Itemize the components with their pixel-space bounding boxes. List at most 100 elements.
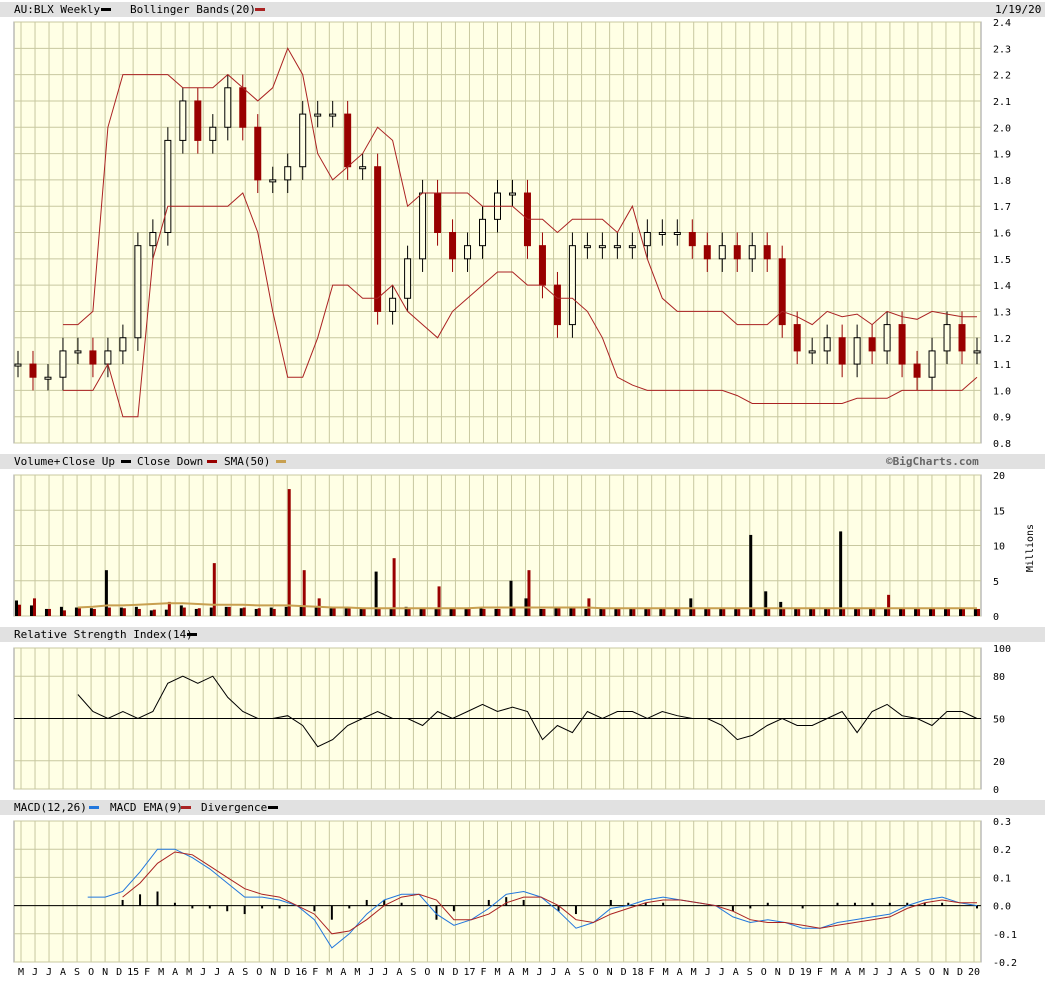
candle-body [898, 324, 906, 365]
x-axis-label: M [494, 967, 500, 978]
x-axis-label: M [354, 967, 360, 978]
candle-body [628, 245, 636, 249]
volume-bar-up [329, 608, 333, 616]
candle-body [958, 324, 966, 352]
candle-body [224, 87, 232, 128]
x-axis-label: 20 [968, 967, 980, 978]
volume-bar-down [377, 608, 381, 616]
x-axis-label: A [396, 967, 402, 978]
macd-y-tick-label: -0.2 [993, 958, 1017, 969]
macd-y-tick-label: -0.1 [993, 930, 1017, 941]
volume-bar-down [737, 608, 741, 616]
volume-bar-up [284, 606, 288, 616]
rsi-y-tick-label: 0 [993, 785, 999, 796]
volume-bar-up [164, 609, 168, 616]
x-axis-label: N [102, 967, 108, 978]
rsi-y-tick-label: 80 [993, 672, 1005, 683]
volume-bar-down [977, 608, 980, 616]
volume-bar-down [752, 608, 756, 616]
candle-body [763, 245, 771, 260]
volume-bar-down [452, 608, 456, 616]
volume-bar-down [932, 608, 936, 616]
volume-bar-up [194, 608, 198, 616]
rsi-y-tick-label: 50 [993, 715, 1005, 726]
volume-bar-down [467, 608, 471, 616]
x-axis-label: M [18, 967, 24, 978]
volume-bar-up [344, 608, 348, 616]
x-axis-label: N [270, 967, 276, 978]
candle-body [568, 245, 576, 326]
price-y-tick-label: 1.8 [993, 176, 1011, 187]
volume-bar-up [224, 606, 228, 616]
volume-bar-down [767, 608, 771, 616]
volume-bar-down [902, 608, 906, 616]
volume-bar-down [617, 608, 621, 616]
volume-bar-up [944, 608, 948, 616]
price-candle [164, 127, 172, 246]
x-axis-label: A [508, 967, 514, 978]
x-axis-label: J [214, 967, 220, 978]
volume-bar-down [122, 608, 126, 616]
x-axis-label: F [817, 967, 823, 978]
candle-body [973, 350, 981, 354]
volume-bar-down [347, 607, 351, 616]
volume-bar-down [647, 608, 651, 616]
volume-bar-up [644, 608, 648, 616]
x-axis-label: J [887, 967, 893, 978]
volume-bar-up [419, 608, 423, 616]
candle-body [389, 297, 397, 312]
volume-bar-down [722, 608, 726, 616]
volume-bar-down [917, 608, 921, 616]
volume-bar-up [839, 531, 843, 616]
volume-bar-down [872, 608, 876, 616]
volume-bar-up [74, 607, 78, 616]
x-axis-label: S [410, 967, 416, 978]
x-axis-label: J [200, 967, 206, 978]
macd-y-tick-label: 0.0 [993, 902, 1011, 913]
volume-bar-down [227, 606, 231, 616]
candle-body [194, 100, 202, 141]
volume-bar-down [782, 608, 786, 616]
x-axis-label: A [565, 967, 571, 978]
volume-bar-up [434, 608, 438, 616]
candle-body [868, 337, 876, 352]
x-axis-label: M [859, 967, 865, 978]
x-axis-label: D [789, 967, 795, 978]
x-axis-label: J [32, 967, 38, 978]
macd-y-tick-label: 0.1 [993, 873, 1011, 884]
x-axis-label: A [901, 967, 907, 978]
volume-bar-up [719, 608, 723, 616]
candle-body [314, 113, 322, 117]
candle-body [74, 350, 82, 354]
candle-body [928, 350, 936, 378]
candle-body [643, 232, 651, 247]
volume-bar-down [677, 608, 681, 616]
candle-body [14, 363, 22, 367]
x-axis-label: N [943, 967, 949, 978]
volume-bar-down [947, 608, 951, 616]
volume-bar-down [422, 608, 426, 616]
volume-bar-down [77, 608, 81, 616]
volume-bar-up [179, 605, 183, 616]
macd-y-tick-label: 0.3 [993, 817, 1011, 828]
x-axis-label: J [719, 967, 725, 978]
x-axis-label: M [186, 967, 192, 978]
candle-body [404, 258, 412, 299]
volume-bar-down [812, 608, 816, 616]
x-axis-label: N [607, 967, 613, 978]
volume-bar-up [899, 608, 903, 616]
x-axis-label: N [775, 967, 781, 978]
x-axis-label: 19 [800, 967, 812, 978]
candle-body [913, 363, 921, 378]
volume-bar-down [362, 608, 366, 616]
volume-bar-down [962, 608, 966, 616]
x-axis-label: J [382, 967, 388, 978]
volume-bar-down [242, 607, 246, 616]
volume-bar-up [209, 607, 213, 616]
volume-bar-down [602, 608, 606, 616]
x-axis-label: M [523, 967, 529, 978]
candle-body [284, 166, 292, 181]
candle-body [119, 337, 127, 352]
volume-bar-down [302, 570, 306, 616]
volume-bar-up [494, 608, 498, 616]
